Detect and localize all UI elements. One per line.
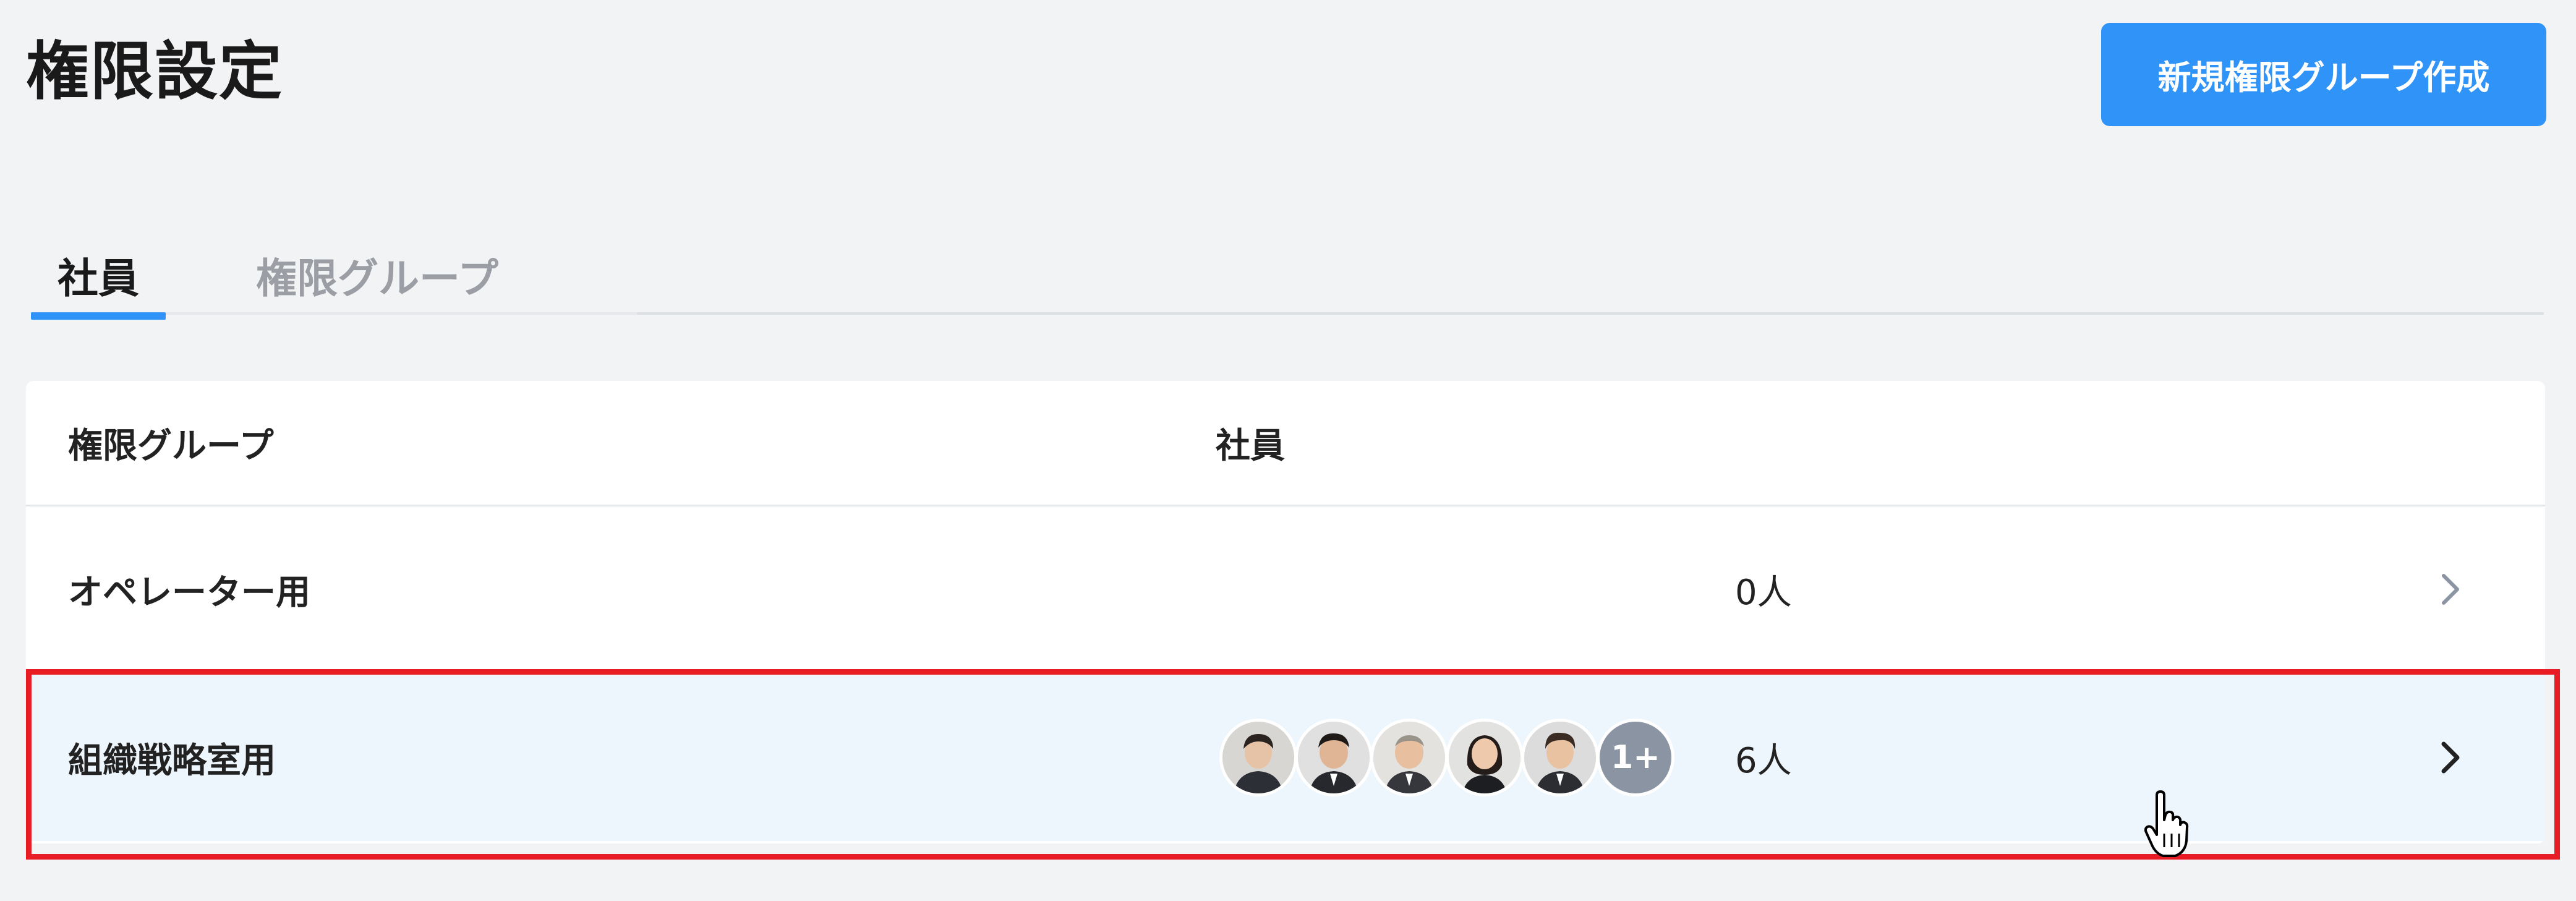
- employee-count: 0人: [1735, 572, 1792, 613]
- active-tab-indicator: [31, 312, 166, 320]
- more-members-badge: 1+: [1597, 719, 1674, 796]
- permission-table: 権限グループ 社員 オペレーター用 0人 組織戦略室用 1+ 6人: [26, 381, 2545, 843]
- row-chevron-icon[interactable]: [2425, 674, 2475, 841]
- group-name: オペレーター用: [68, 572, 310, 613]
- tab-bar: 社員 権限グループ: [31, 234, 2544, 320]
- avatar: [1295, 719, 1373, 796]
- tab-employees-label: 社員: [58, 254, 139, 302]
- table-row[interactable]: オペレーター用 0人: [26, 506, 2545, 674]
- employee-count: 6人: [1735, 740, 1792, 781]
- tab-bar-line: [637, 312, 2544, 315]
- avatar: [1521, 719, 1599, 796]
- column-header-group: 権限グループ: [68, 425, 274, 466]
- row-chevron-icon[interactable]: [2425, 506, 2475, 672]
- tab-employees[interactable]: 社員: [31, 234, 166, 320]
- avatar: [1446, 719, 1524, 796]
- page-title: 権限設定: [26, 35, 283, 109]
- table-header: 権限グループ 社員: [26, 381, 2545, 506]
- tab-permission-groups[interactable]: 権限グループ: [229, 234, 526, 316]
- create-permission-group-button[interactable]: 新規権限グループ作成: [2101, 23, 2546, 126]
- group-name: 組織戦略室用: [68, 740, 276, 781]
- hand-cursor-icon: [2144, 790, 2190, 858]
- avatar: [1370, 719, 1448, 796]
- tab-permission-groups-label: 権限グループ: [255, 254, 499, 302]
- avatar-stack: 1+: [1219, 674, 1674, 841]
- avatar: [1219, 719, 1297, 796]
- column-header-employees: 社員: [1216, 425, 1285, 466]
